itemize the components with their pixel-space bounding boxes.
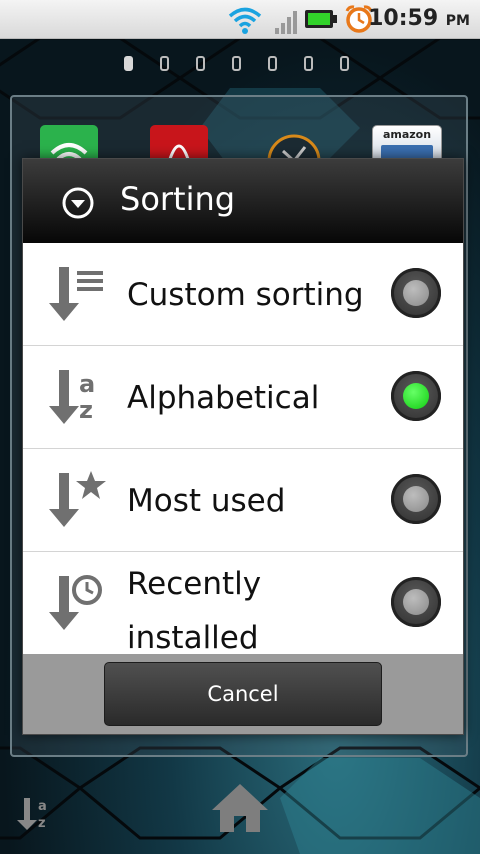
sorting-options-list: Custom sorting a z Alphabetical Most use… (23, 243, 463, 656)
dialog-footer: Cancel (23, 654, 463, 734)
status-bar: 10:59 PM (0, 0, 480, 39)
option-custom-sorting[interactable]: Custom sorting (23, 243, 463, 345)
option-label: Alphabetical (127, 380, 320, 416)
sorting-dialog: Sorting Custom sorting a z Alphabetical (22, 158, 464, 735)
signal-icon (275, 11, 297, 34)
option-recently-installed[interactable]: Recently installed (23, 552, 463, 656)
page-dot[interactable] (124, 56, 133, 71)
cancel-button[interactable]: Cancel (104, 662, 382, 726)
sort-recent-icon (49, 575, 102, 630)
page-dot[interactable] (196, 56, 205, 71)
dialog-title: Sorting (120, 180, 236, 218)
battery-icon (305, 10, 337, 28)
sort-az-icon: a z (49, 370, 95, 424)
wifi-icon (228, 7, 262, 34)
option-most-used[interactable]: Most used (23, 449, 463, 551)
custom-sort-icon (49, 267, 103, 321)
option-label: Most used (127, 483, 286, 519)
radio-button[interactable] (391, 268, 441, 318)
option-label-line1: Recently (127, 566, 262, 602)
svg-text:a: a (38, 799, 47, 814)
clock-ampm: PM (445, 13, 470, 29)
dialog-header: Sorting (23, 159, 463, 243)
chevron-down-icon (62, 187, 94, 219)
option-label-line2: installed (127, 620, 259, 656)
page-dot[interactable] (304, 56, 313, 71)
sort-az-icon[interactable]: a z (14, 796, 54, 832)
option-alphabetical[interactable]: a z Alphabetical (23, 346, 463, 448)
svg-text:a: a (79, 370, 95, 398)
page-dot[interactable] (160, 56, 169, 71)
page-dot[interactable] (340, 56, 349, 71)
option-label: Custom sorting (127, 277, 364, 313)
radio-button[interactable] (391, 577, 441, 627)
option-label: Recently installed (127, 566, 261, 656)
radio-button-checked[interactable] (391, 371, 441, 421)
clock-time: 10:59 (368, 6, 439, 31)
sort-star-icon (49, 471, 106, 527)
clock: 10:59 PM (368, 6, 470, 31)
page-dot[interactable] (268, 56, 277, 71)
home-icon[interactable] (210, 782, 270, 834)
svg-text:z: z (38, 816, 46, 831)
svg-text:z: z (79, 396, 93, 424)
amazon-label: amazon (382, 128, 432, 141)
radio-button[interactable] (391, 474, 441, 524)
page-dot[interactable] (232, 56, 241, 71)
